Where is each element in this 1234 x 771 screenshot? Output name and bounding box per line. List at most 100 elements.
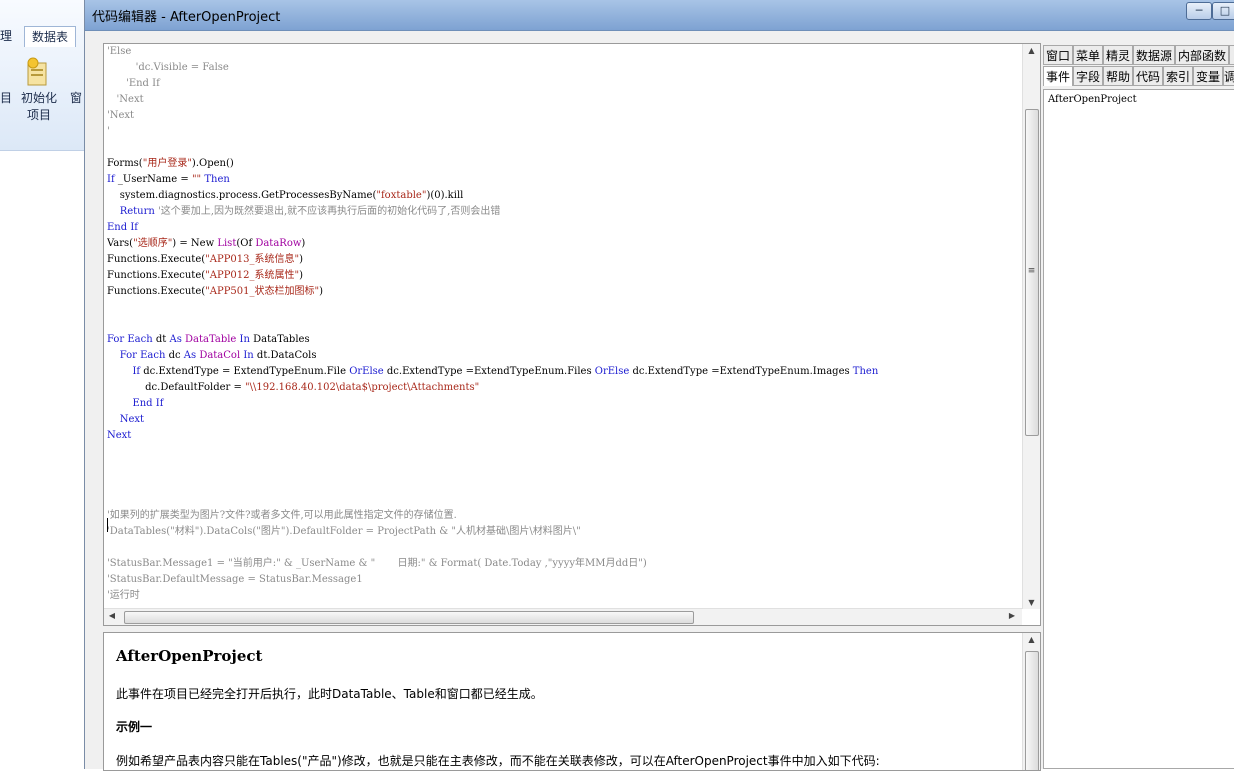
window-title: 代码编辑器 - AfterOpenProject	[92, 10, 281, 25]
code-text-area[interactable]: 'Else 'dc.Visible = False 'End If 'Next '…	[107, 44, 1022, 609]
tab-internal-functions[interactable]: 内部函数	[1175, 45, 1229, 65]
code-line[interactable]	[107, 444, 1022, 460]
code-line[interactable]: 'Next	[107, 108, 1022, 124]
code-line[interactable]: '如果列的扩展类型为图片?文件?或者多文件,可以用此属性指定文件的存储位置.	[107, 508, 1022, 524]
horizontal-scrollbar[interactable]: ◀ ▶	[104, 608, 1022, 625]
vertical-scrollbar[interactable]: ▲ ≡ ▼	[1022, 44, 1040, 609]
ribbon-button-right-label[interactable]: 窗	[70, 90, 82, 107]
tab-events[interactable]: 事件	[1043, 66, 1073, 86]
code-token: )	[299, 270, 304, 281]
code-line[interactable]: For Each dc As DataCol In dt.DataCols	[107, 348, 1022, 364]
code-token: ) = New	[172, 238, 218, 249]
code-token: (Of	[236, 238, 256, 249]
code-token: "APP012_系统属性"	[205, 270, 300, 281]
ribbon-tab-datatable[interactable]: 数据表	[24, 26, 76, 47]
help-scrollbar[interactable]: ▲	[1022, 633, 1040, 770]
window-titlebar[interactable]: 代码编辑器 - AfterOpenProject ─ □	[85, 0, 1234, 31]
ribbon-button-left-label[interactable]: 目	[0, 90, 12, 107]
code-line[interactable]: dc.DefaultFolder = "\\192.168.40.102\dat…	[107, 380, 1022, 396]
tab-overflow[interactable]	[1229, 45, 1234, 65]
code-line[interactable]: 'DataTables("材料").DataCols("图片").Default…	[107, 524, 1022, 540]
code-token: DataTable	[185, 334, 237, 345]
tab-variables[interactable]: 变量	[1193, 66, 1223, 86]
code-token: 'Next	[107, 110, 135, 121]
code-editor[interactable]: 'Else 'dc.Visible = False 'End If 'Next '…	[103, 43, 1041, 626]
code-line[interactable]	[107, 492, 1022, 508]
code-line[interactable]: '	[107, 124, 1022, 140]
code-line[interactable]	[107, 476, 1022, 492]
scroll-right-icon[interactable]: ▶	[1006, 611, 1018, 620]
code-token: "选顺序"	[133, 238, 173, 249]
scroll-up-icon[interactable]: ▲	[1023, 46, 1040, 55]
initialize-project-label-line1: 初始化	[20, 91, 57, 105]
code-line[interactable]: Forms("用户登录").Open()	[107, 156, 1022, 172]
minimize-button[interactable]: ─	[1186, 2, 1212, 20]
code-token: OrElse	[349, 366, 384, 377]
code-token: Next	[107, 430, 132, 441]
code-line[interactable]: Functions.Execute("APP012_系统属性")	[107, 268, 1022, 284]
code-token: '	[107, 126, 110, 137]
code-line[interactable]: End If	[107, 220, 1022, 236]
tab-wizard[interactable]: 精灵	[1103, 45, 1133, 65]
tab-debug-partial[interactable]: 调	[1223, 66, 1234, 86]
initialize-project-icon	[27, 57, 47, 86]
tab-index[interactable]: 索引	[1163, 66, 1193, 86]
help-scroll-up-icon[interactable]: ▲	[1023, 635, 1040, 644]
horizontal-scroll-thumb[interactable]	[124, 611, 694, 624]
code-line[interactable]: 'End If	[107, 76, 1022, 92]
help-scroll-thumb[interactable]	[1025, 651, 1039, 770]
code-token: _UserName =	[114, 174, 192, 185]
code-token: 'dc.Visible = False	[107, 62, 229, 73]
code-line[interactable]	[107, 460, 1022, 476]
code-line[interactable]: 'Else	[107, 44, 1022, 60]
tab-code[interactable]: 代码	[1133, 66, 1163, 86]
code-line[interactable]: End If	[107, 396, 1022, 412]
tab-datasource[interactable]: 数据源	[1133, 45, 1175, 65]
code-editor-window: 代码编辑器 - AfterOpenProject ─ □ 'Else 'dc.V…	[84, 0, 1234, 771]
code-line[interactable]	[107, 140, 1022, 156]
code-token: DataTables	[249, 334, 310, 345]
code-line[interactable]: If _UserName = "" Then	[107, 172, 1022, 188]
code-token: )(0).kill	[426, 190, 464, 201]
code-token: 'End If	[107, 78, 160, 89]
code-line[interactable]: Next	[107, 428, 1022, 444]
grip-icon: ≡	[1027, 266, 1036, 276]
code-line[interactable]: Vars("选顺序") = New List(Of DataRow)	[107, 236, 1022, 252]
code-line[interactable]	[107, 316, 1022, 332]
code-token: "\\192.168.40.102\data$\project\Attachme…	[245, 382, 480, 393]
code-line[interactable]: system.diagnostics.process.GetProcessesB…	[107, 188, 1022, 204]
code-line[interactable]	[107, 540, 1022, 556]
tab-fields[interactable]: 字段	[1073, 66, 1103, 86]
event-list-item[interactable]: AfterOpenProject	[1048, 94, 1137, 105]
code-line[interactable]: Functions.Execute("APP013_系统信息")	[107, 252, 1022, 268]
tab-menu[interactable]: 菜单	[1073, 45, 1103, 65]
scroll-left-icon[interactable]: ◀	[106, 611, 118, 620]
code-line[interactable]: 'StatusBar.DefaultMessage = StatusBar.Me…	[107, 572, 1022, 588]
help-heading-example: 示例一	[116, 720, 153, 734]
code-line[interactable]: For Each dt As DataTable In DataTables	[107, 332, 1022, 348]
code-line[interactable]	[107, 300, 1022, 316]
code-line[interactable]: 'Next	[107, 92, 1022, 108]
initialize-project-button[interactable]: 初始化 项目	[18, 90, 60, 124]
maximize-button[interactable]: □	[1212, 2, 1234, 20]
code-line[interactable]: '运行时	[107, 588, 1022, 604]
code-line[interactable]: 'StatusBar.Message1 = "当前用户:" & _UserNam…	[107, 556, 1022, 572]
code-line[interactable]: 'dc.Visible = False	[107, 60, 1022, 76]
code-token: Vars(	[107, 238, 134, 249]
code-token: Then	[852, 366, 879, 377]
code-line[interactable]: Next	[107, 412, 1022, 428]
ribbon-tab-partial[interactable]: 理	[0, 26, 18, 46]
scroll-down-icon[interactable]: ▼	[1023, 598, 1040, 607]
code-token: 'Next	[107, 94, 144, 105]
side-panel-tabs: 窗口 菜单 精灵 数据源 内部函数 事件 字段 帮助 代码 索引 变量 调	[1043, 43, 1234, 87]
code-token: '如果列的扩展类型为图片?文件?或者多文件,可以用此属性指定文件的存储位置.	[107, 510, 457, 521]
code-token: End If	[107, 222, 138, 233]
code-line[interactable]: Functions.Execute("APP501_状态栏加图标")	[107, 284, 1022, 300]
code-line[interactable]: If dc.ExtendType = ExtendTypeEnum.File O…	[107, 364, 1022, 380]
ribbon-panel: 理 数据表 目 初始化 项目 窗	[0, 0, 90, 151]
code-token: dt.DataCols	[253, 350, 317, 361]
code-token: Functions.Execute(	[107, 254, 206, 265]
tab-help[interactable]: 帮助	[1103, 66, 1133, 86]
tab-window[interactable]: 窗口	[1043, 45, 1073, 65]
code-line[interactable]: Return '这个要加上,因为既然要退出,就不应该再执行后面的初始化代码了,否…	[107, 204, 1022, 220]
